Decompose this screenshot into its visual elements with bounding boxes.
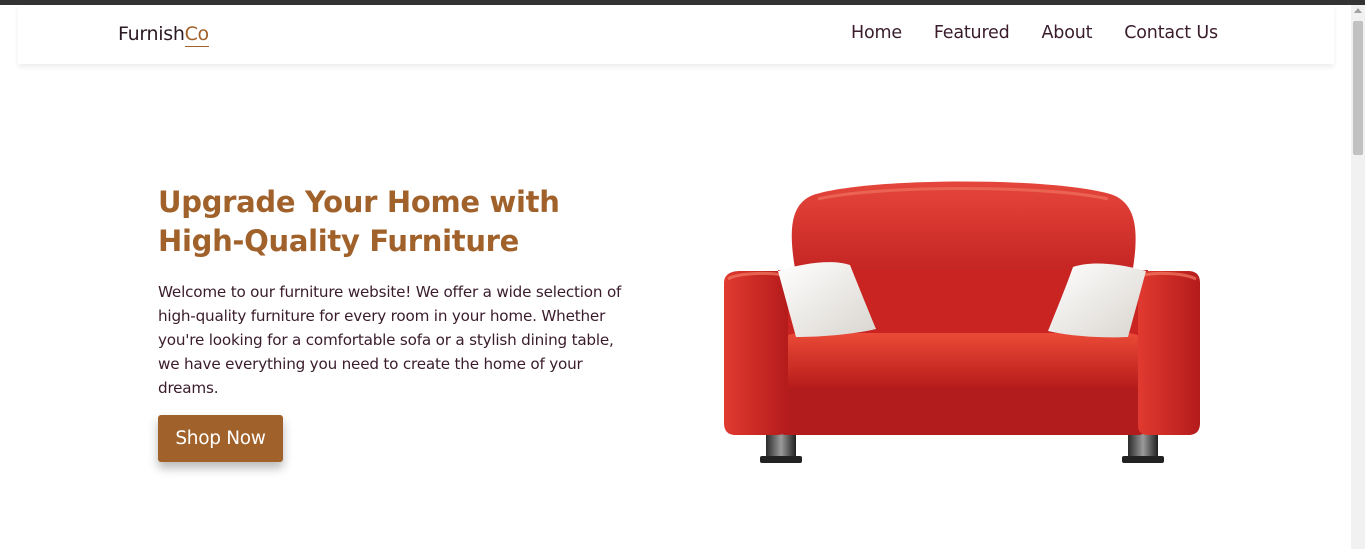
nav-contact-link[interactable]: Contact Us: [1124, 23, 1218, 43]
nav-featured-link[interactable]: Featured: [934, 23, 1010, 43]
sofa-right-arm: [1138, 271, 1200, 435]
shop-now-button[interactable]: Shop Now: [158, 415, 283, 462]
sofa-image: [724, 181, 1200, 463]
logo-main-text: Furnish: [118, 23, 185, 45]
site-logo[interactable]: FurnishCo: [118, 23, 209, 47]
hero-title: Upgrade Your Home with High-Quality Furn…: [158, 185, 560, 258]
hero-description: Welcome to our furniture website! We off…: [158, 283, 622, 397]
nav-about-link[interactable]: About: [1042, 23, 1093, 43]
sofa-left-arm: [724, 271, 788, 435]
nav-home-link[interactable]: Home: [851, 23, 902, 43]
sofa-seat-cushion: [780, 333, 1146, 387]
scrollbar-thumb[interactable]: [1353, 21, 1363, 155]
main-nav: Home Featured About Contact Us: [851, 23, 1218, 43]
site-header: FurnishCo Home Featured About Contact Us: [18, 5, 1334, 64]
page-scrollbar[interactable]: [1351, 5, 1365, 549]
logo-accent-text: Co: [184, 23, 209, 47]
scroll-up-arrow-icon[interactable]: [1354, 8, 1362, 13]
